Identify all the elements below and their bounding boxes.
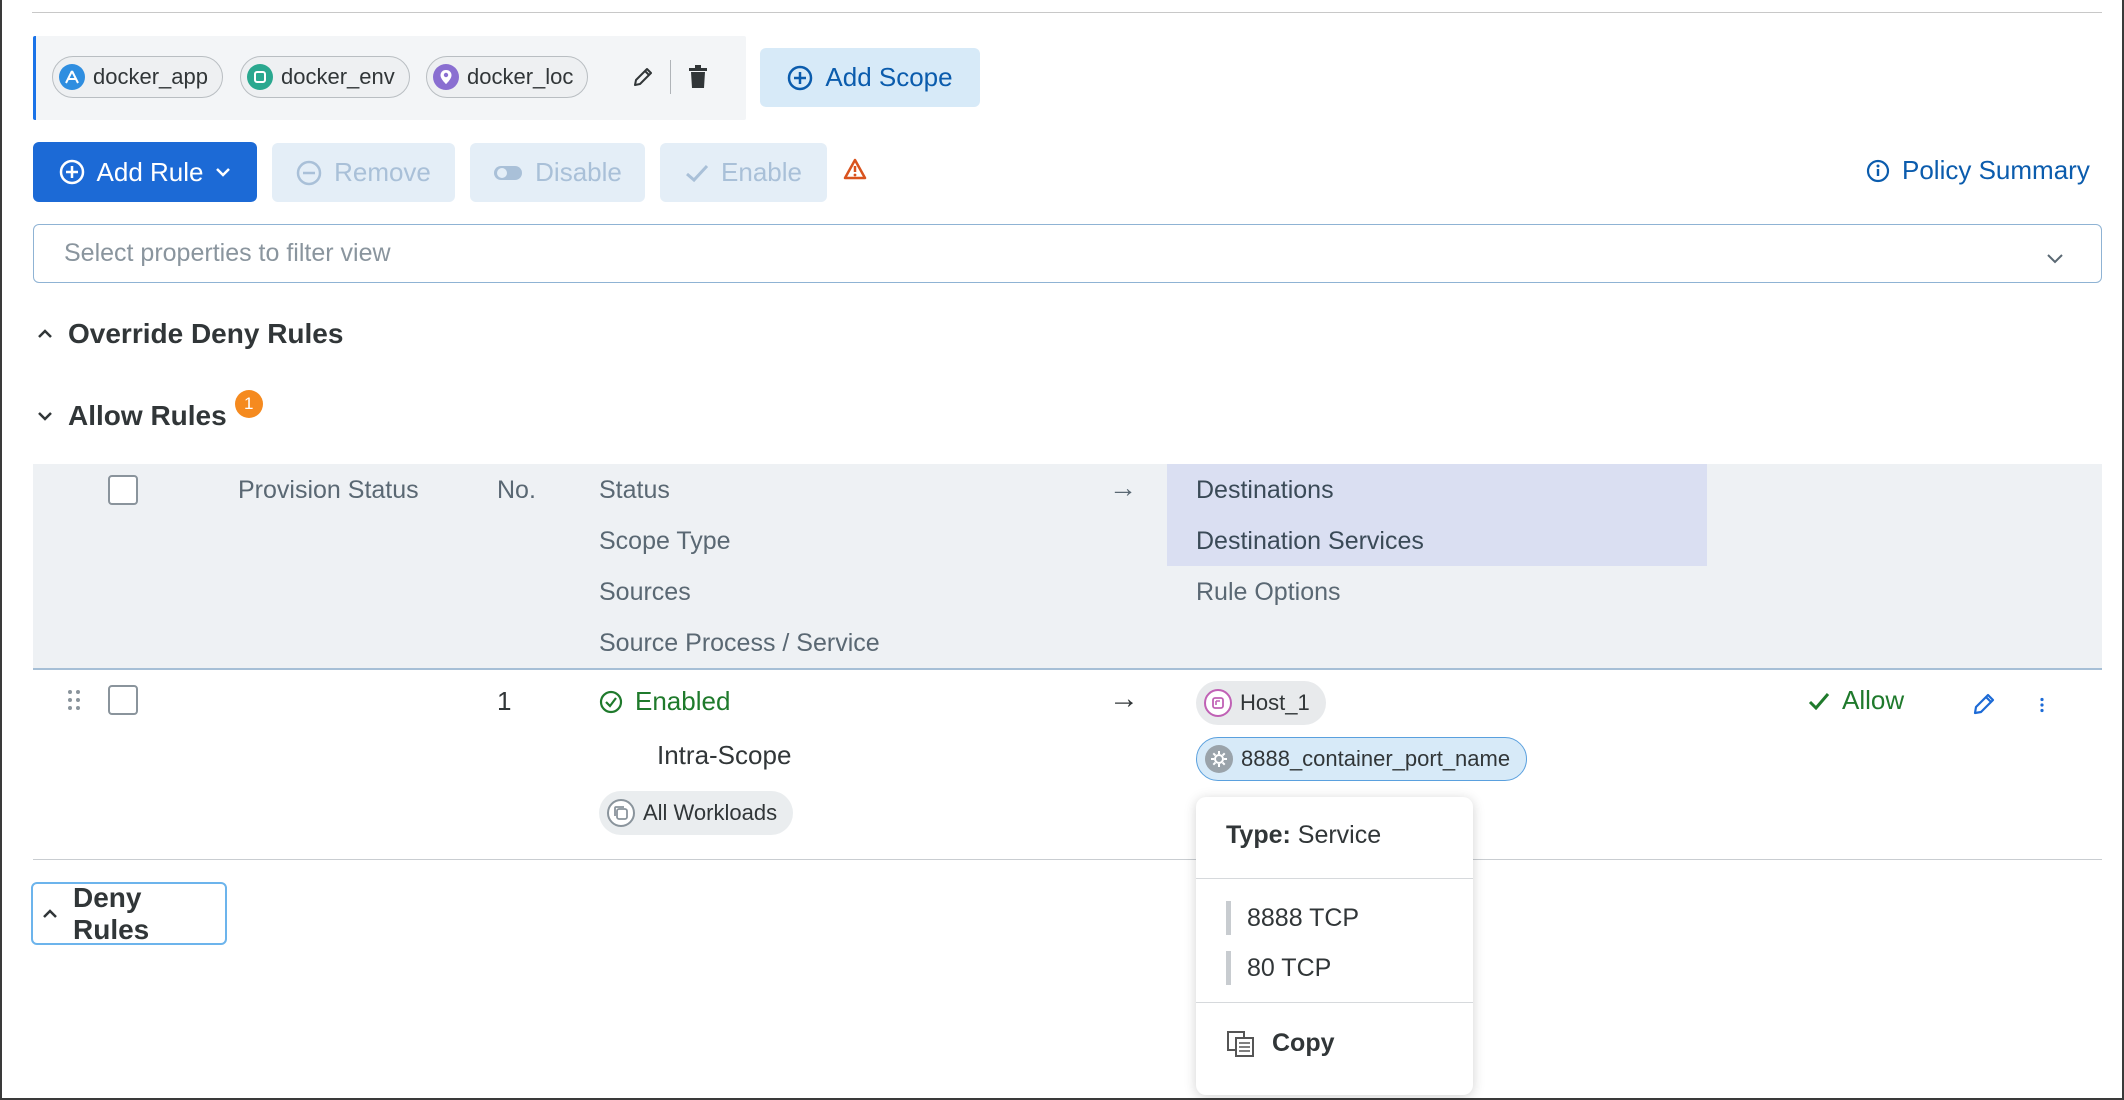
gear-icon bbox=[1205, 745, 1233, 773]
scope-pill-label: docker_env bbox=[281, 64, 395, 89]
destination-chip-label: Host_1 bbox=[1240, 690, 1310, 715]
port-bar bbox=[1226, 901, 1231, 935]
location-label-icon bbox=[433, 64, 459, 90]
header-scope-type[interactable]: Scope Type bbox=[599, 527, 731, 556]
service-chip[interactable]: 8888_container_port_name bbox=[1196, 737, 1528, 781]
header-number[interactable]: No. bbox=[497, 476, 536, 505]
scope-pill-label: docker_app bbox=[93, 64, 208, 89]
pencil-icon[interactable] bbox=[628, 62, 658, 92]
scope-pill-app[interactable]: docker_app bbox=[52, 56, 223, 98]
popover-divider bbox=[1196, 878, 1473, 879]
add-scope-label: Add Scope bbox=[825, 62, 953, 92]
chevron-down-icon bbox=[215, 166, 231, 178]
copy-button[interactable]: Copy bbox=[1226, 1029, 1335, 1058]
remove-button[interactable]: Remove bbox=[272, 143, 455, 202]
popover-port-label: 8888 TCP bbox=[1247, 903, 1360, 932]
policy-summary-label: Policy Summary bbox=[1902, 155, 2090, 185]
copy-icon bbox=[1226, 1030, 1256, 1058]
override-deny-rules-toggle[interactable]: Override Deny Rules bbox=[36, 318, 343, 350]
override-deny-rules-title: Override Deny Rules bbox=[68, 318, 344, 349]
source-chip-label: All Workloads bbox=[643, 800, 778, 825]
scope-pill-label: docker_loc bbox=[467, 64, 574, 89]
check-icon bbox=[1808, 692, 1830, 710]
enable-button[interactable]: Enable bbox=[660, 143, 827, 202]
deny-rules-toggle[interactable]: Deny Rules bbox=[31, 882, 227, 945]
enable-label: Enable bbox=[721, 157, 802, 187]
divider bbox=[670, 60, 671, 94]
remove-label: Remove bbox=[334, 157, 431, 187]
more-options-icon[interactable] bbox=[2038, 697, 2046, 718]
plus-circle-icon bbox=[787, 65, 813, 91]
deny-rules-title: Deny Rules bbox=[73, 881, 150, 945]
header-provision-status[interactable]: Provision Status bbox=[238, 476, 419, 505]
scope-actions bbox=[628, 56, 713, 98]
allow-rules-toggle[interactable]: Allow Rules 1 bbox=[36, 390, 263, 432]
popover-port: 80 TCP bbox=[1226, 951, 1331, 985]
edit-rule-pencil-icon[interactable] bbox=[1972, 692, 1996, 721]
header-source-process[interactable]: Source Process / Service bbox=[599, 629, 880, 658]
service-popover: Type: Service 8888 TCP 80 TCP Copy bbox=[1196, 797, 1473, 1095]
chevron-up-icon bbox=[36, 327, 54, 341]
header-destination-services[interactable]: Destination Services bbox=[1196, 527, 1424, 556]
plus-circle-icon bbox=[59, 159, 85, 185]
header-sources[interactable]: Sources bbox=[599, 578, 691, 607]
add-rule-button[interactable]: Add Rule bbox=[33, 142, 257, 202]
popover-type-label: Type: bbox=[1226, 821, 1291, 849]
warning-icon[interactable] bbox=[843, 158, 869, 184]
header-destinations[interactable]: Destinations bbox=[1196, 476, 1334, 505]
service-chip-label: 8888_container_port_name bbox=[1241, 746, 1511, 771]
scope-pill-loc[interactable]: docker_loc bbox=[426, 56, 589, 98]
flow-arrow-icon: → bbox=[1109, 682, 1139, 715]
add-scope-button[interactable]: Add Scope bbox=[760, 48, 980, 107]
destination-chip[interactable]: Host_1 bbox=[1196, 681, 1326, 725]
row-checkbox[interactable] bbox=[108, 685, 138, 715]
source-chip[interactable]: All Workloads bbox=[599, 791, 794, 835]
env-label-icon bbox=[247, 64, 273, 90]
popover-port-label: 80 TCP bbox=[1247, 953, 1332, 982]
rule-action-label: Allow bbox=[1842, 685, 1905, 715]
rule-number: 1 bbox=[497, 686, 512, 716]
workloads-icon bbox=[607, 799, 635, 827]
select-all-checkbox[interactable] bbox=[108, 475, 138, 505]
port-bar bbox=[1226, 951, 1231, 985]
row-divider bbox=[33, 859, 2102, 860]
add-rule-label: Add Rule bbox=[96, 156, 204, 187]
popover-divider bbox=[1196, 1002, 1473, 1003]
info-icon bbox=[1866, 159, 1890, 183]
header-arrow-icon: → bbox=[1109, 472, 1137, 503]
toggle-icon bbox=[493, 164, 523, 182]
disable-button[interactable]: Disable bbox=[470, 143, 645, 202]
drag-handle-icon[interactable] bbox=[66, 688, 82, 717]
status-enabled: Enabled bbox=[599, 686, 730, 717]
scope-selector[interactable]: docker_app docker_env docker_loc bbox=[33, 36, 746, 120]
notification-badge: 1 bbox=[234, 390, 263, 418]
check-icon bbox=[685, 163, 709, 183]
app-label-icon bbox=[59, 64, 85, 90]
check-circle-icon bbox=[599, 690, 623, 714]
rule-action: Allow bbox=[1808, 685, 1904, 716]
filter-placeholder: Select properties to filter view bbox=[64, 239, 391, 267]
popover-type: Type: Service bbox=[1226, 821, 1381, 850]
policy-summary-link[interactable]: Policy Summary bbox=[1866, 155, 2090, 186]
chevron-up-icon bbox=[41, 907, 59, 921]
popover-port: 8888 TCP bbox=[1226, 901, 1359, 935]
disable-label: Disable bbox=[535, 157, 622, 187]
allow-rules-title: Allow Rules bbox=[68, 400, 227, 431]
scope-pill-env[interactable]: docker_env bbox=[240, 56, 410, 98]
top-divider bbox=[32, 12, 2102, 13]
scope-type-value: Intra-Scope bbox=[657, 740, 792, 770]
header-rule-options[interactable]: Rule Options bbox=[1196, 578, 1341, 607]
header-status[interactable]: Status bbox=[599, 476, 670, 505]
minus-circle-icon bbox=[296, 160, 322, 186]
status-label: Enabled bbox=[635, 686, 731, 716]
chevron-down-icon bbox=[36, 409, 54, 423]
host-label-icon bbox=[1204, 689, 1232, 717]
trash-icon[interactable] bbox=[683, 62, 713, 92]
chevron-down-icon bbox=[2045, 243, 2065, 272]
copy-label: Copy bbox=[1272, 1029, 1335, 1057]
popover-type-value: Service bbox=[1297, 821, 1382, 849]
filter-select[interactable]: Select properties to filter view bbox=[33, 224, 2102, 283]
